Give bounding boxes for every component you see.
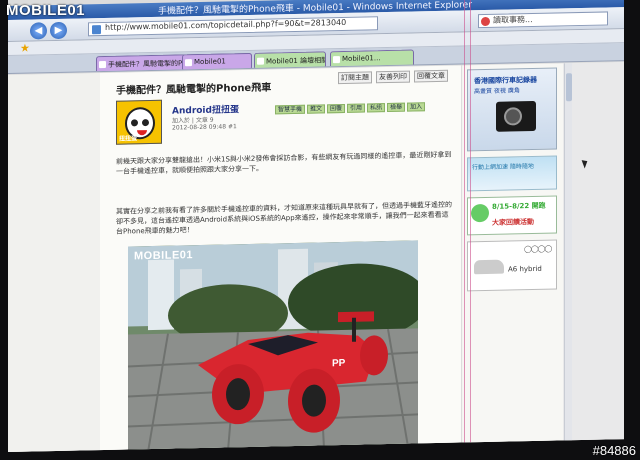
address-bar[interactable]: http://www.mobile01.com/topicdetail.php?… (88, 16, 378, 37)
page-content: 訂閱主題 友善列印 回覆文章 手機配件？風馳電掣的Phone飛車 扭扭蛋 And… (8, 62, 624, 452)
ad-promo-subtitle: 大家回饋活動 (492, 217, 534, 227)
ad-audi-text: A6 hybrid (508, 264, 542, 274)
page-scrollbar[interactable] (564, 63, 572, 444)
rc-car-photo: PP MOBILE01 (128, 240, 418, 452)
tab-news[interactable]: Mobile01 論壇相關新聞... (254, 51, 326, 68)
mouse-cursor-icon (581, 158, 590, 169)
desktop-area (563, 62, 624, 444)
screen-artifact-line (470, 0, 471, 443)
forward-button[interactable]: ▶ (50, 21, 67, 40)
tab-mobile01[interactable]: Mobile01 (182, 52, 252, 70)
tag-item[interactable]: 私訊 (367, 103, 386, 113)
article-paragraph-2: 其實在分享之前我有看了許多關於手機遙控車的資料，才知道原來這種玩具早就有了，但透… (116, 200, 452, 236)
photo-watermark: MOBILE01 (134, 249, 194, 263)
right-sidebar: 香港國際行車記錄器 高畫質 夜視 廣角 行動上網加速 隨時隨地 8/15-8/2… (463, 63, 563, 446)
search-input[interactable]: 讀取事務... (478, 11, 608, 29)
ad-audi[interactable]: ◯◯◯◯ A6 hybrid (467, 239, 557, 292)
tag-item[interactable]: 推文 (307, 104, 326, 114)
watermark-id: #84886 (592, 443, 636, 458)
ad-promo[interactable]: 8/15-8/22 開跑 大家回饋活動 (467, 195, 557, 236)
monitor-screen: 手機配件？風馳電掣的Phone飛車 - Mobile01 - Windows I… (8, 0, 624, 452)
tab-label: Mobile01 (194, 57, 226, 67)
subscribe-button[interactable]: 訂閱主題 (338, 71, 372, 85)
reply-button[interactable]: 回覆文章 (414, 69, 448, 83)
avatar-eye (131, 119, 138, 127)
article-title: 手機配件？風馳電掣的Phone飛車 (116, 82, 272, 97)
tab-page-icon (333, 56, 340, 64)
article-post: 訂閱主題 友善列印 回覆文章 手機配件？風馳電掣的Phone飛車 扭扭蛋 And… (100, 65, 462, 452)
post-date: 2012-08-28 09:48 #1 (172, 123, 237, 132)
print-button[interactable]: 友善列印 (376, 70, 410, 84)
post-action-tags: 智慧手機 推文 回覆 引用 私訊 檢舉 加入 (275, 93, 427, 115)
page-icon (92, 25, 101, 35)
tab-page-icon (257, 57, 264, 65)
tag-item[interactable]: 加入 (407, 102, 426, 112)
avatar-caption: 扭扭蛋 (119, 135, 138, 143)
tag-item[interactable]: 檢舉 (387, 102, 406, 113)
car-image (474, 259, 504, 275)
avatar-mouth (137, 130, 147, 136)
svg-text:PP: PP (332, 358, 346, 369)
favorites-star-icon[interactable]: ★ (20, 42, 30, 55)
watermark-logo: MOBILE01 (6, 2, 86, 19)
promo-badge-icon (471, 203, 489, 223)
left-gutter (8, 73, 100, 452)
ad-banner[interactable]: 行動上網加速 隨時隨地 (467, 155, 557, 192)
back-button[interactable]: ◀ (30, 22, 47, 40)
tab-forum[interactable]: Mobile01... (330, 49, 414, 67)
scroll-thumb[interactable] (566, 73, 572, 102)
address-text: http://www.mobile01.com/topicdetail.php?… (105, 17, 347, 32)
screen-artifact-line (464, 0, 465, 443)
article-paragraph-1: 前幾天跟大家分享雙龍搶出！小米1S與小米2發佈會採訪合影，有些網友有玩過同樣的遙… (116, 150, 452, 176)
avatar-eye (142, 119, 149, 127)
tab-page-icon (99, 60, 106, 69)
search-placeholder: 讀取事務... (493, 15, 533, 25)
audi-rings-logo: ◯◯◯◯ (524, 244, 552, 254)
tag-item[interactable]: 引用 (347, 103, 366, 113)
ad-dashcam-title: 香港國際行車記錄器 (474, 75, 537, 86)
tab-page-icon (185, 59, 192, 67)
ad-banner-text: 行動上網加速 隨時隨地 (472, 162, 534, 172)
tag-item[interactable]: 回覆 (327, 103, 346, 114)
tab-label: Mobile01 論壇相關新聞... (266, 55, 326, 66)
search-engine-icon (481, 16, 490, 27)
avatar[interactable]: 扭扭蛋 (116, 99, 162, 145)
ad-dashcam[interactable]: 香港國際行車記錄器 高畫質 夜視 廣角 (467, 67, 557, 152)
ad-dashcam-subtitle: 高畫質 夜視 廣角 (474, 87, 520, 96)
tab-label: Mobile01... (342, 54, 381, 64)
ad-promo-title: 8/15-8/22 開跑 (492, 201, 546, 211)
tag-item[interactable]: 智慧手機 (275, 104, 306, 115)
